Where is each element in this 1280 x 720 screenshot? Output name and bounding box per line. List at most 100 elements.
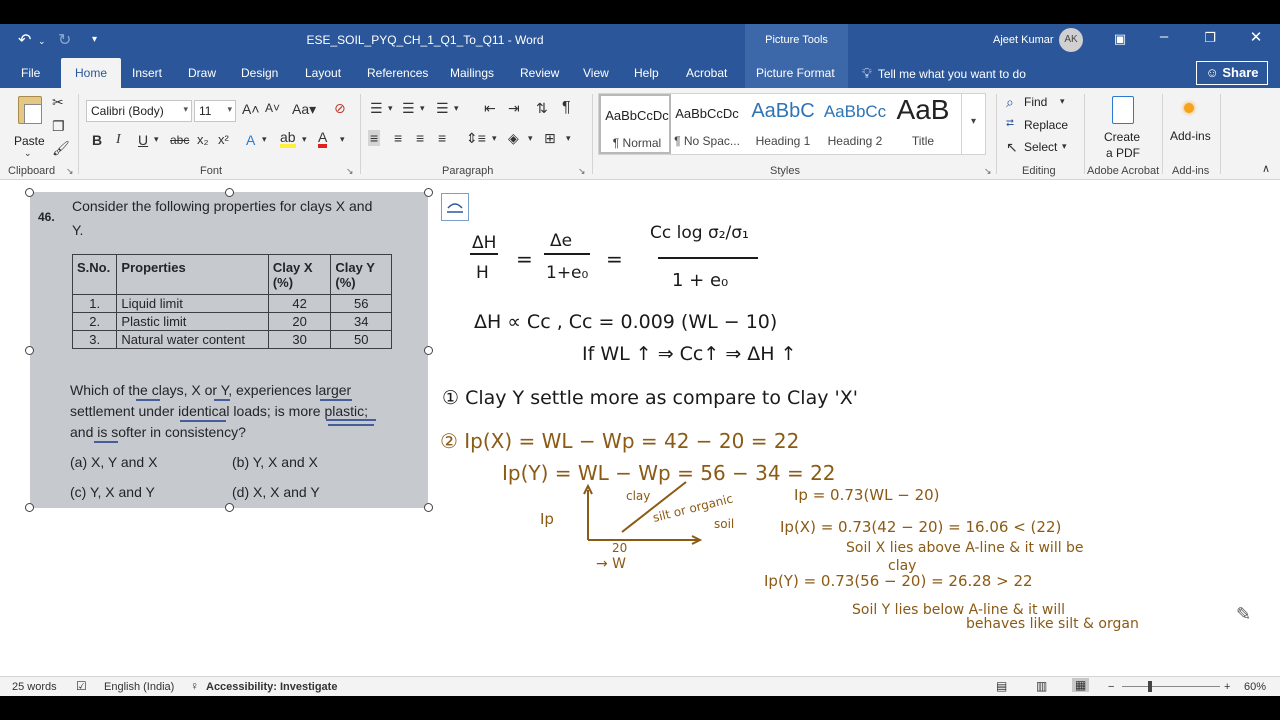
accessibility-status[interactable]: Accessibility: Investigate	[206, 681, 337, 693]
borders-icon[interactable]: ⊞	[544, 130, 556, 147]
zoom-in-icon[interactable]: +	[1224, 681, 1230, 693]
italic-icon[interactable]: I	[116, 132, 121, 148]
replace-button[interactable]: ⮂ Replace	[1006, 117, 1072, 135]
numbering-icon[interactable]: ☰	[402, 100, 415, 117]
tab-draw[interactable]: Draw	[188, 66, 216, 80]
clear-formatting-icon[interactable]: ⊘	[334, 100, 346, 117]
shrink-font-icon[interactable]: A˅	[265, 101, 280, 115]
zoom-slider[interactable]	[1122, 681, 1220, 692]
styles-launcher-icon[interactable]: ↘	[984, 166, 992, 177]
tab-mailings[interactable]: Mailings	[450, 66, 494, 80]
share-button[interactable]: ☺ Share	[1196, 61, 1268, 85]
minimize-icon[interactable]: –	[1144, 28, 1184, 45]
justify-icon[interactable]: ≡	[438, 130, 446, 146]
show-marks-icon[interactable]: ¶	[562, 99, 571, 117]
style-title[interactable]: AaB Title	[887, 94, 959, 154]
resize-handle[interactable]	[225, 503, 234, 512]
copy-icon[interactable]: ❐	[52, 118, 65, 135]
paragraph-launcher-icon[interactable]: ↘	[578, 166, 586, 177]
underline-icon[interactable]: U	[138, 132, 148, 148]
increase-indent-icon[interactable]: ⇥	[508, 100, 520, 117]
tab-home[interactable]: Home	[61, 58, 122, 88]
resize-handle[interactable]	[424, 503, 433, 512]
numbering-dropdown-icon[interactable]: ▾	[420, 103, 425, 114]
create-pdf-button[interactable]: Create a PDF	[1100, 94, 1146, 160]
paste-button[interactable]: Paste ⌄	[14, 94, 46, 158]
clipboard-launcher-icon[interactable]: ↘	[66, 166, 74, 177]
zoom-level[interactable]: 60%	[1244, 681, 1266, 693]
bullets-dropdown-icon[interactable]: ▾	[388, 103, 393, 114]
resize-handle[interactable]	[25, 188, 34, 197]
align-left-icon[interactable]: ≡	[368, 130, 381, 146]
resize-handle[interactable]	[424, 188, 433, 197]
highlight-dropdown-icon[interactable]: ▾	[302, 134, 307, 145]
multilevel-dropdown-icon[interactable]: ▾	[454, 103, 459, 114]
strikethrough-icon[interactable]: abc	[170, 133, 189, 147]
tab-view[interactable]: View	[583, 66, 609, 80]
resize-handle[interactable]	[424, 346, 433, 355]
language-status[interactable]: English (India)	[104, 681, 174, 693]
change-case-icon[interactable]: Aa▾	[292, 101, 316, 118]
styles-more-button[interactable]: ▾	[961, 94, 985, 154]
text-effects-icon[interactable]: A	[246, 132, 255, 148]
resize-handle[interactable]	[225, 188, 234, 197]
bullets-icon[interactable]: ☰	[370, 100, 383, 117]
collapse-ribbon-icon[interactable]: ∧	[1262, 162, 1270, 175]
superscript-icon[interactable]: x²	[218, 132, 229, 147]
bold-icon[interactable]: B	[92, 132, 102, 148]
cut-icon[interactable]: ✂	[52, 94, 64, 111]
multilevel-list-icon[interactable]: ☰	[436, 100, 449, 117]
tab-review[interactable]: Review	[520, 66, 559, 80]
question-picture[interactable]: 46. Consider the following properties fo…	[30, 192, 428, 508]
decrease-indent-icon[interactable]: ⇤	[484, 100, 496, 117]
font-size-combo[interactable]: 11 ▾	[194, 100, 236, 122]
close-icon[interactable]: ✕	[1236, 28, 1276, 46]
style-normal[interactable]: AaBbCcDc ¶ Normal	[599, 94, 671, 154]
proofing-icon[interactable]: ☑	[76, 679, 87, 693]
line-spacing-dropdown-icon[interactable]: ▾	[492, 133, 497, 144]
ribbon-display-icon[interactable]: ▣	[1100, 31, 1140, 47]
avatar[interactable]: AK	[1059, 28, 1083, 52]
user-name[interactable]: Ajeet Kumar	[993, 34, 1054, 46]
grow-font-icon[interactable]: A˄	[242, 101, 260, 117]
align-center-icon[interactable]: ≡	[394, 130, 402, 146]
resize-handle[interactable]	[25, 503, 34, 512]
zoom-slider-thumb[interactable]	[1148, 681, 1152, 692]
tab-help[interactable]: Help	[634, 66, 659, 80]
tab-acrobat[interactable]: Acrobat	[686, 66, 727, 80]
font-name-combo[interactable]: Calibri (Body) ▾	[86, 100, 192, 122]
web-layout-icon[interactable]: ▦	[1072, 678, 1090, 692]
print-layout-icon[interactable]: ▥	[1036, 679, 1047, 693]
read-mode-icon[interactable]: ▤	[996, 679, 1007, 693]
font-launcher-icon[interactable]: ↘	[346, 166, 354, 177]
sort-icon[interactable]: ⇅	[536, 100, 548, 117]
borders-dropdown-icon[interactable]: ▾	[566, 133, 571, 144]
zoom-out-icon[interactable]: −	[1108, 681, 1114, 693]
line-spacing-icon[interactable]: ⇕≡	[466, 130, 486, 147]
underline-dropdown-icon[interactable]: ▾	[154, 134, 159, 145]
tab-layout[interactable]: Layout	[305, 66, 341, 80]
tab-references[interactable]: References	[367, 66, 428, 80]
shading-icon[interactable]: ◈	[508, 130, 519, 147]
tab-picture-format[interactable]: Picture Format	[756, 66, 835, 80]
word-count[interactable]: 25 words	[12, 681, 57, 693]
tab-file[interactable]: File	[21, 66, 40, 80]
style-heading-2[interactable]: AaBbCc Heading 2	[819, 94, 891, 154]
align-right-icon[interactable]: ≡	[416, 130, 424, 146]
select-button[interactable]: ↖ Select ▾	[1006, 139, 1072, 157]
font-color-dropdown-icon[interactable]: ▾	[340, 134, 345, 145]
text-effects-dropdown-icon[interactable]: ▾	[262, 134, 267, 145]
font-color-icon[interactable]: A	[318, 130, 328, 148]
style-no-spacing[interactable]: AaBbCcDc ¶ No Spac...	[671, 94, 743, 154]
subscript-icon[interactable]: x₂	[197, 132, 209, 147]
format-painter-icon[interactable]: 🖌︎	[52, 140, 70, 157]
find-button[interactable]: ⌕ Find ▾	[1006, 94, 1072, 112]
resize-handle[interactable]	[25, 346, 34, 355]
tab-insert[interactable]: Insert	[132, 66, 162, 80]
tab-design[interactable]: Design	[241, 66, 278, 80]
shading-dropdown-icon[interactable]: ▾	[528, 133, 533, 144]
tell-me-search[interactable]: 💡︎ Tell me what you want to do	[862, 65, 1026, 82]
style-heading-1[interactable]: AaBbC Heading 1	[747, 94, 819, 154]
highlight-icon[interactable]: ab	[280, 130, 296, 148]
add-ins-button[interactable]: Add-ins	[1168, 94, 1214, 150]
